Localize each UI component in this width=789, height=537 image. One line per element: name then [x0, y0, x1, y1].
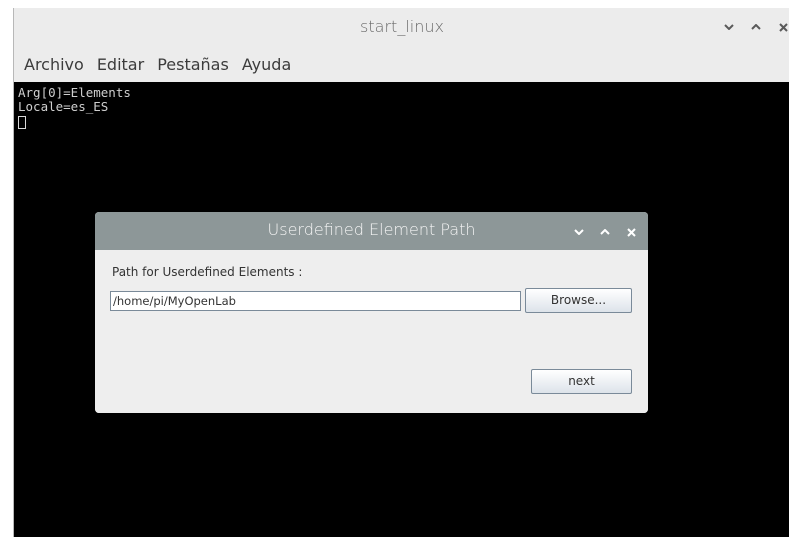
dialog-titlebar[interactable]: Userdefined Element Path — [95, 212, 648, 250]
dialog-maximize-icon[interactable] — [598, 221, 612, 243]
terminal-line: Locale=es_ES — [18, 99, 109, 114]
minimize-icon[interactable] — [722, 16, 736, 38]
menu-archivo[interactable]: Archivo — [24, 53, 84, 76]
dialog-minimize-icon[interactable] — [572, 221, 586, 243]
terminal-line: Arg[0]=Elements — [18, 85, 131, 100]
terminal-cursor — [18, 116, 26, 129]
maximize-icon[interactable] — [749, 16, 763, 38]
menubar: Archivo Editar Pestañas Ayuda — [14, 46, 789, 82]
menu-editar[interactable]: Editar — [97, 53, 144, 76]
path-input[interactable] — [110, 291, 521, 311]
close-icon[interactable] — [776, 16, 789, 38]
window-controls — [722, 16, 789, 38]
window-title: start_linux — [360, 17, 444, 36]
userdefined-path-dialog: Userdefined Element Path Path for Userde… — [95, 212, 648, 413]
dialog-controls — [572, 221, 638, 243]
dialog-body: Path for Userdefined Elements : Browse..… — [95, 250, 648, 413]
next-button[interactable]: next — [531, 369, 632, 394]
menu-ayuda[interactable]: Ayuda — [242, 53, 291, 76]
window-titlebar[interactable]: start_linux — [14, 8, 789, 46]
dialog-close-icon[interactable] — [624, 221, 638, 243]
browse-button[interactable]: Browse... — [525, 288, 632, 313]
dialog-title: Userdefined Element Path — [267, 220, 476, 239]
menu-pestanas[interactable]: Pestañas — [157, 53, 229, 76]
path-label: Path for Userdefined Elements : — [112, 265, 303, 279]
